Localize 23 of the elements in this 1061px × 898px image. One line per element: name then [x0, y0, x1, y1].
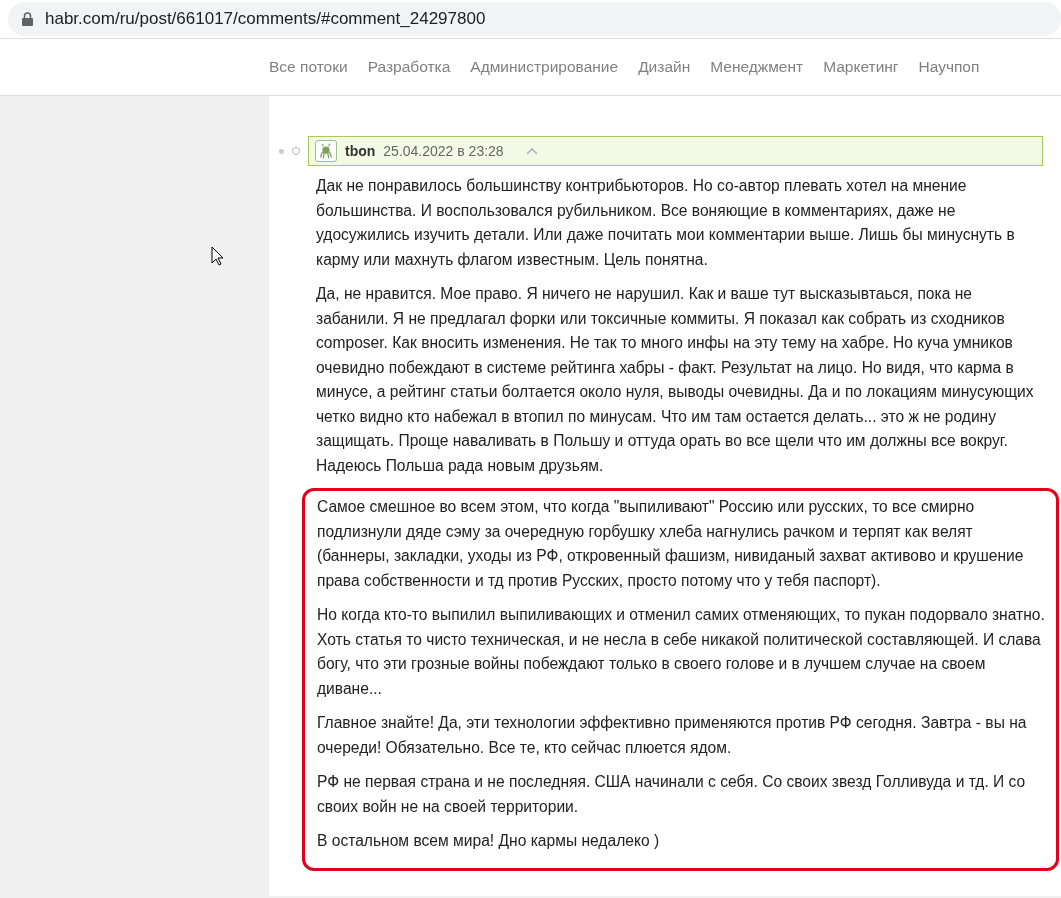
author-name[interactable]: tbon — [345, 140, 376, 162]
nav-link[interactable]: Дизайн — [638, 55, 691, 79]
comment-paragraph: Дак не понравилось большинству контрибьюторов. Но со-автор плевать хотел на мнение большинства. И воспользовался рубильником. Все воняющие в комментариях, даже не удосужились изучить детали. Или даже почитать мои комментарии выше. Лишь бы минуснуть в карму или махнуть флагом известным. Цель понятна. — [316, 176, 1016, 270]
url-text: habr.com/ru/post/661017/comments/#comment_24297800 — [45, 8, 486, 31]
nav-link[interactable]: Менеджмент — [710, 55, 804, 79]
thread-dot-icon — [279, 148, 284, 154]
chevron-up-icon[interactable] — [525, 147, 538, 155]
nav-link[interactable]: Администрирование — [470, 55, 619, 79]
comment-paragraph: РФ не первая страна и не последняя. США начинали с себя. Со своих звезд Голливуда и тд. И со своих войн не на своей территории. — [317, 772, 1027, 817]
nav-link[interactable]: Научпоп — [918, 55, 980, 79]
lock-icon — [22, 12, 33, 26]
comment-paragraph: В остальном всем мира! Дно кармы недалеко ) — [317, 831, 661, 851]
comment-paragraph: Да, не нравится. Мое право. Я ничего не нарушил. Как и ваше тут высказывтаься, пока не забанили. Я не предлагал форки или токсичные коммиты. Я показал как собрать из сходников composer. Как вносить изменения. Не так то много инфы на эту тему на хабре. Но куча умников очевидно побеждают в системе рейтинга хабры - факт. Результат на лицо. Но видя, что карма в минусе, а рейтинг статьи болтается около нуля, выводы очевидны. Да и по локациям минусующих четко видно кто набежал в втопил по минусам. Что им там остается делать... это ж не родину защищать. Проще наваливать в Польшу и оттуда орать во все щели что им должны все вокруг. Надеюсь Польша рада новым друзьям. — [316, 284, 1035, 476]
nav-link[interactable]: Маркетинг — [823, 55, 899, 79]
comment-paragraph: Главное знайте! Да, эти технологии эффективно применяются против РФ сегодня. Завтра - вы на очереди! Обязательно. Все те, кто сейчас плюется ядом. — [317, 713, 1028, 758]
nav-link[interactable]: Все потоки — [269, 55, 348, 79]
comment-paragraph: Но когда кто-то выпилил выпиливающих и отменил самих отменяющих, то пукан подорвало знатно. Хоть статья то чисто техническая, и не несла в себе никакой политической составляющей. И слава богу, что эти грозные войны побеждают только в своего голове и в лучшем случае на своем диване... — [317, 605, 1046, 699]
comment-paragraph: Самое смешное во всем этом, что когда "выпиливают" Россию или русских, то все смирно подлизнули дяде сэму за очередную горбушку хлеба нагнулись рачком и терпят как велят (баннеры, закладки, уходы из РФ, откровенный фашизм, нивиданый захват активово и крушение права собственности и тд против Русских, просто потому что у тебя паспорт). — [317, 497, 1025, 591]
comment-date: 25.04.2022 в 23:28 — [383, 141, 504, 161]
nav-link[interactable]: Разработка — [367, 55, 451, 79]
avatar-icon — [315, 140, 337, 162]
address-bar[interactable]: habr.com/ru/post/661017/comments/#comment_24297800 — [8, 2, 1061, 36]
mouse-cursor-icon — [211, 246, 224, 266]
